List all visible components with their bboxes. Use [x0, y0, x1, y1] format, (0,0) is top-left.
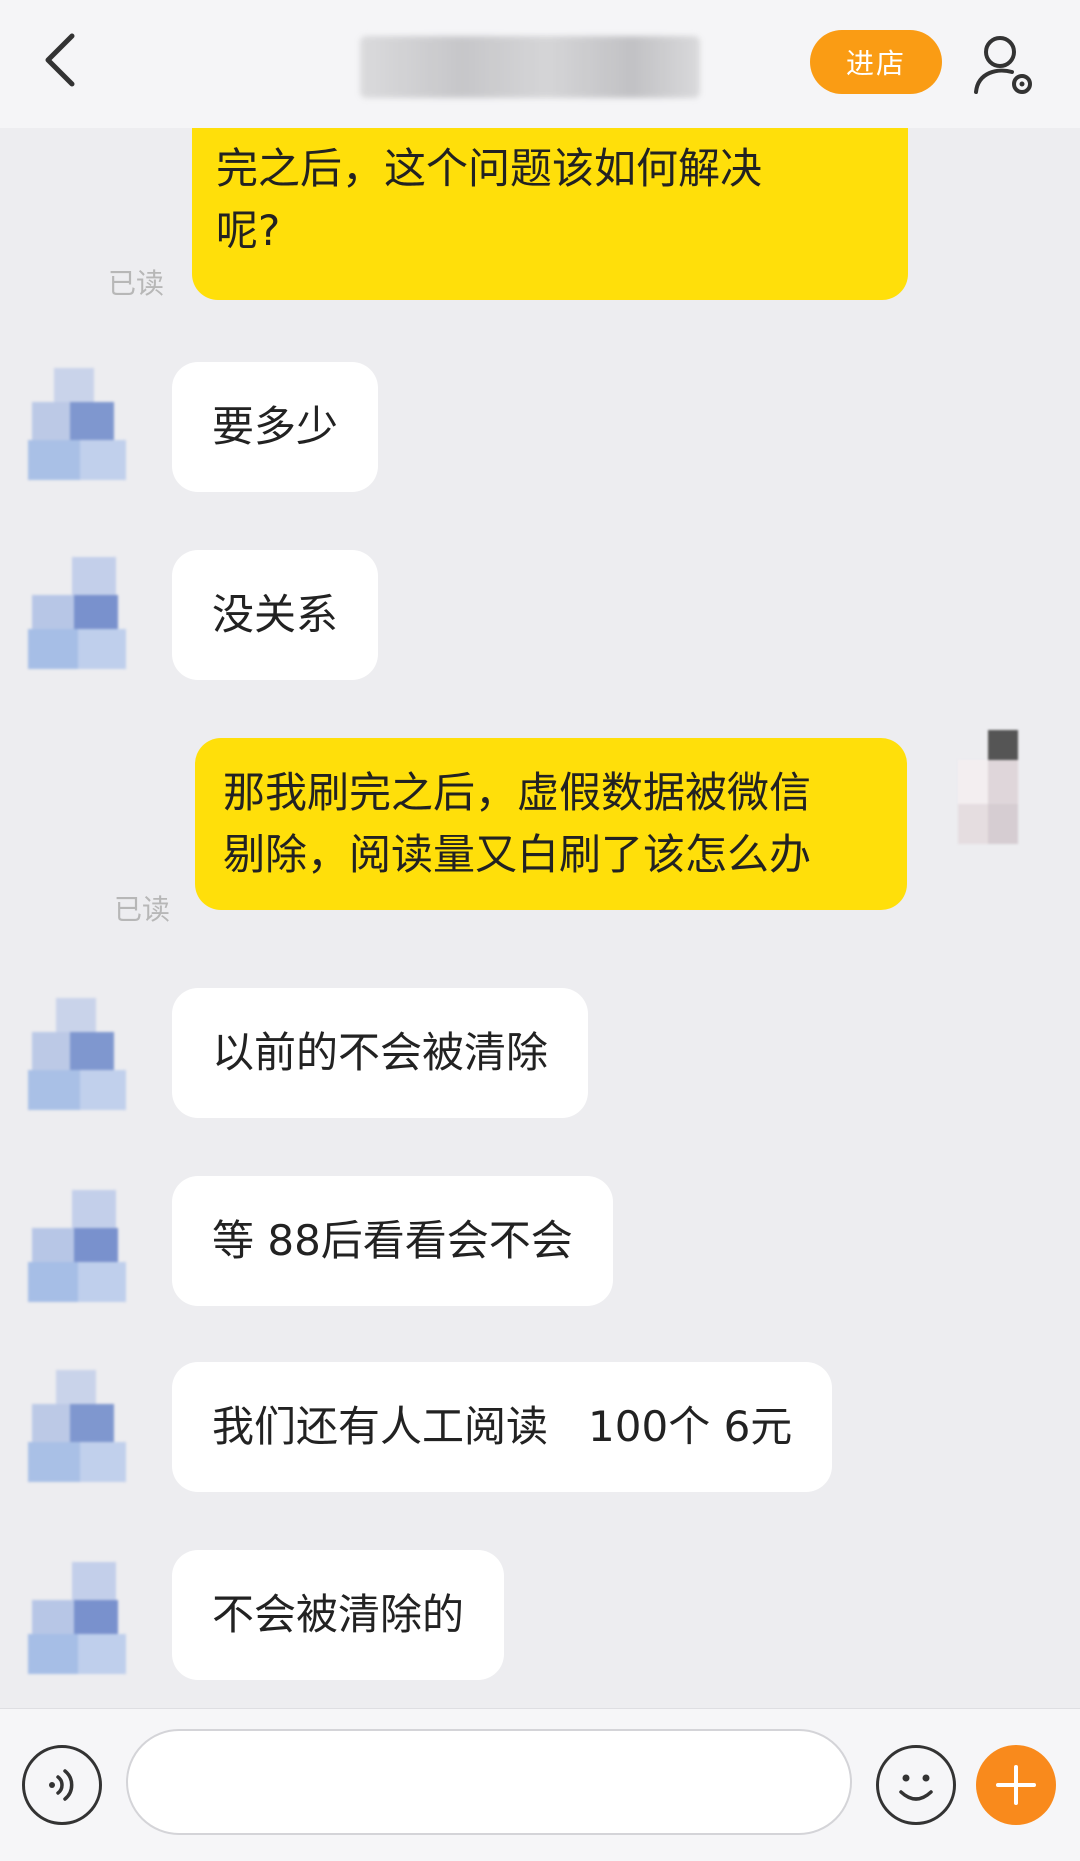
- avatar[interactable]: [22, 555, 138, 671]
- avatar[interactable]: [22, 1370, 138, 1486]
- input-bar: [0, 1708, 1080, 1861]
- voice-button[interactable]: [22, 1745, 102, 1825]
- user-settings-icon: [974, 36, 1032, 94]
- avatar[interactable]: [22, 1560, 138, 1676]
- chat-area[interactable]: 带来的虚假数据，我是还要是刷 完之后，这个问题该如何解决 呢? 已读 要多少 没…: [0, 0, 1080, 1708]
- emoji-icon: [899, 1774, 933, 1801]
- avatar[interactable]: [22, 368, 138, 484]
- voice-icon: [49, 1769, 74, 1801]
- plus-icon: [996, 1765, 1036, 1805]
- message-bubble-incoming[interactable]: 我们还有人工阅读 100个 6元: [172, 1362, 833, 1492]
- avatar[interactable]: [22, 998, 138, 1114]
- read-receipt: 已读: [108, 267, 165, 300]
- emoji-button[interactable]: [876, 1745, 956, 1825]
- message-input[interactable]: [126, 1729, 852, 1835]
- message-text: 没关系: [212, 590, 339, 639]
- message-text: 不会被清除的: [212, 1590, 465, 1639]
- back-button[interactable]: [28, 22, 92, 98]
- message-line: 呢?: [216, 206, 281, 255]
- avatar[interactable]: [22, 1188, 138, 1304]
- message-line: 完之后，这个问题该如何解决: [216, 144, 763, 193]
- message-bubble-incoming[interactable]: 以前的不会被清除: [172, 988, 589, 1118]
- message-text: 等 88后看看会不会: [212, 1216, 573, 1265]
- message-bubble-incoming[interactable]: 等 88后看看会不会: [172, 1176, 613, 1306]
- read-receipt: 已读: [114, 893, 171, 926]
- message-bubble-incoming[interactable]: 不会被清除的: [172, 1550, 505, 1680]
- message-bubble-incoming[interactable]: 要多少: [172, 362, 379, 492]
- back-chevron-icon: [45, 33, 75, 87]
- message-text: 那我刷完之后，虚假数据被微信 剔除，阅读量又白刷了该怎么办: [223, 768, 812, 879]
- message-text: 我们还有人工阅读 100个 6元: [212, 1402, 793, 1451]
- message-text: 要多少: [212, 402, 339, 451]
- plus-button[interactable]: [976, 1745, 1056, 1825]
- message-bubble-outgoing[interactable]: 那我刷完之后，虚假数据被微信 剔除，阅读量又白刷了该怎么办: [195, 738, 907, 910]
- enter-store-button[interactable]: 进店: [810, 30, 942, 94]
- chat-header: 进店: [0, 0, 1080, 128]
- message-text: 以前的不会被清除: [212, 1028, 549, 1077]
- chat-title-blurred: [360, 36, 700, 98]
- self-avatar[interactable]: [958, 730, 1024, 870]
- user-settings-button[interactable]: [968, 28, 1040, 100]
- message-bubble-incoming[interactable]: 没关系: [172, 550, 379, 680]
